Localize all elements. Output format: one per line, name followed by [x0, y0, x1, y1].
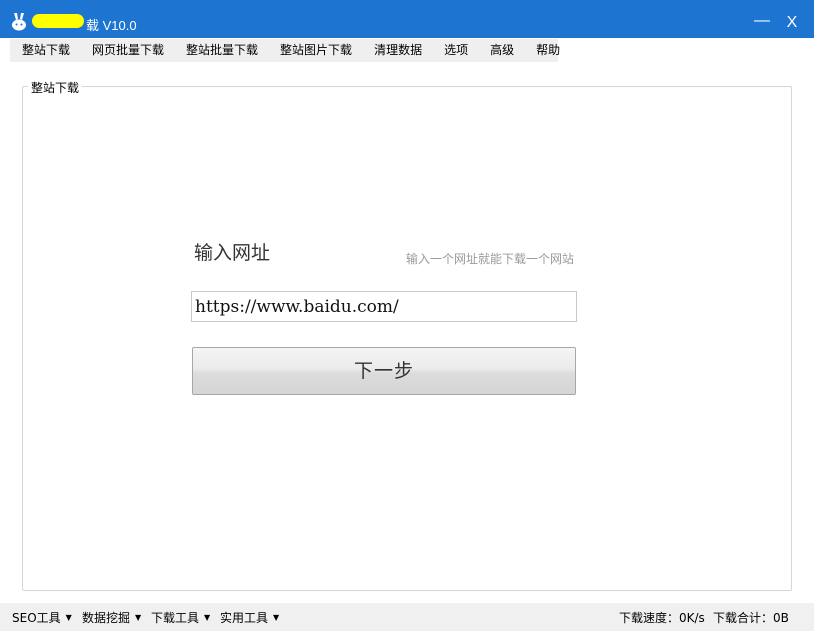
menu-item-page-batch-download[interactable]: 网页批量下载 — [80, 39, 174, 62]
status-bar: SEO工具 ▼ 数据挖掘 ▼ 下载工具 ▼ 实用工具 ▼ 下载速度：0K/s 下载合计：… — [0, 603, 814, 631]
close-button[interactable]: X — [776, 10, 808, 34]
title-redaction-mark — [32, 14, 84, 28]
menu-bar: 整站下载 网页批量下载 整站批量下载 整站图片下载 清理数据 选项 高级 帮助 — [10, 39, 560, 62]
next-step-button[interactable]: 下一步 — [192, 347, 576, 395]
menu-item-site-download[interactable]: 整站下载 — [10, 39, 80, 62]
url-input[interactable] — [191, 291, 577, 322]
site-download-groupbox — [22, 86, 792, 591]
seo-tools-dropdown[interactable]: SEO工具 ▼ — [12, 609, 72, 626]
data-mining-dropdown[interactable]: 数据挖掘 ▼ — [82, 609, 141, 626]
title-bar[interactable]: 载 V10.0 — X — [0, 0, 814, 38]
download-speed-status: 下载速度：0K/s — [619, 611, 705, 625]
menu-item-site-batch-download[interactable]: 整站批量下载 — [174, 39, 268, 62]
menu-item-help[interactable]: 帮助 — [524, 39, 570, 62]
menu-item-clean-data[interactable]: 清理数据 — [362, 39, 432, 62]
minimize-button[interactable]: — — [746, 10, 778, 34]
dropdown-arrow-icon: ▼ — [65, 613, 72, 622]
url-label: 输入网址 — [194, 242, 271, 264]
download-total-status: 下载合计：0B — [713, 611, 789, 625]
download-tools-dropdown[interactable]: 下载工具 ▼ — [151, 609, 210, 626]
url-hint: 输入一个网址就能下载一个网站 — [406, 252, 575, 266]
download-tools-label: 下载工具 — [151, 611, 200, 625]
utility-tools-label: 实用工具 — [220, 611, 269, 625]
window-title: 载 V10.0 — [86, 18, 137, 33]
menu-item-options[interactable]: 选项 — [432, 39, 478, 62]
menu-item-advanced[interactable]: 高级 — [478, 39, 524, 62]
app-window: 载 V10.0 — X 整站下载 网页批量下载 整站批量下载 整站图片下载 清理… — [0, 0, 814, 631]
rabbit-icon — [12, 13, 26, 31]
menu-item-site-image-download[interactable]: 整站图片下载 — [268, 39, 362, 62]
dropdown-arrow-icon: ▼ — [273, 613, 280, 622]
groupbox-title: 整站下载 — [28, 79, 83, 96]
seo-tools-label: SEO工具 — [12, 611, 61, 625]
utility-tools-dropdown[interactable]: 实用工具 ▼ — [220, 609, 279, 626]
dropdown-arrow-icon: ▼ — [135, 613, 142, 622]
data-mining-label: 数据挖掘 — [82, 611, 131, 625]
dropdown-arrow-icon: ▼ — [204, 613, 211, 622]
